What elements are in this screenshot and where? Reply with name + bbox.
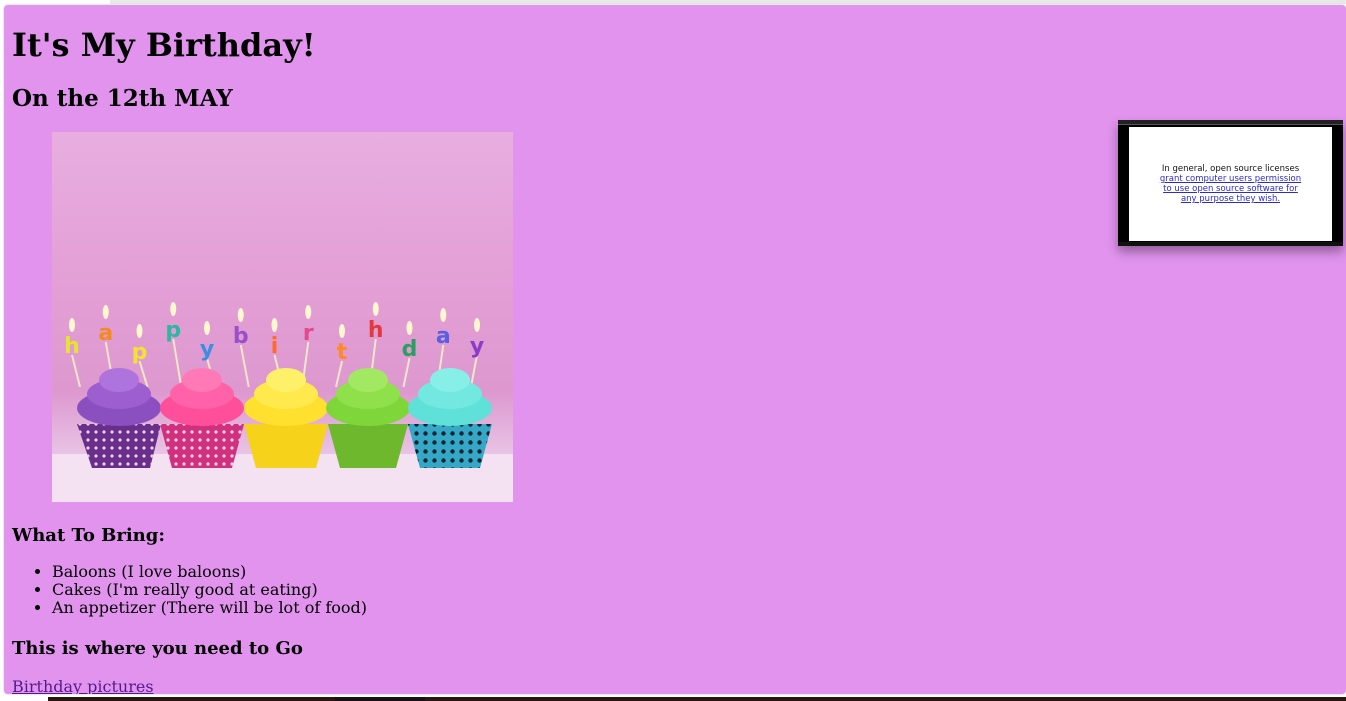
bring-list: Baloons (I love baloons) Cakes (I'm real… [12, 563, 367, 617]
candle-flame [271, 318, 278, 332]
video-thumbnail[interactable]: In general, open source licenses grant c… [1118, 120, 1343, 246]
candle-flame [136, 324, 143, 338]
candle-letter: b [233, 324, 249, 349]
candle-flame [170, 302, 177, 316]
candle-letter: a [436, 324, 451, 349]
candle-letter: h [368, 318, 384, 343]
candle-stick [402, 357, 411, 388]
candle-flame [339, 324, 345, 338]
birthday-cupcakes-image: happybirthday [52, 132, 513, 502]
cupcake-green [326, 368, 410, 468]
list-item: An appetizer (There will be lot of food) [52, 599, 367, 617]
candle-stick [71, 354, 81, 388]
browser-top-strip [110, 0, 1346, 4]
candle-letter: r [303, 321, 314, 346]
candle-letter: y [200, 337, 214, 362]
page-body: It's My Birthday! On the 12th MAY happyb… [4, 5, 1346, 694]
video-slide: In general, open source licenses grant c… [1129, 127, 1332, 241]
page-subtitle: On the 12th MAY [12, 85, 233, 112]
candle-stick [239, 344, 250, 388]
taskbar-strip [0, 697, 1346, 701]
candle-letter: i [271, 334, 279, 359]
candle-letter: y [470, 334, 484, 359]
page-title: It's My Birthday! [12, 26, 316, 64]
candle-flame [406, 321, 413, 335]
candle-letter: p [132, 340, 148, 365]
candle-flame [372, 302, 379, 316]
candle-stick [470, 354, 478, 388]
candle-flame [305, 305, 312, 319]
cupcake-teal [408, 368, 492, 468]
candle-flame [474, 318, 480, 332]
cupcake-pink [160, 368, 244, 468]
video-slide-text: In general, open source licenses [1161, 164, 1300, 174]
what-to-bring-heading: What To Bring: [12, 525, 165, 546]
video-progress-bar [1118, 242, 1343, 246]
candle-letter: h [64, 334, 80, 359]
candle-letter: a [98, 321, 113, 346]
where-to-go-heading: This is where you need to Go [12, 638, 303, 659]
candle-flame [102, 305, 109, 319]
candle-letter: d [402, 337, 418, 362]
video-slide-link: grant computer users permission to use o… [1159, 174, 1302, 204]
candle-flame [204, 321, 210, 335]
candle-stick [172, 338, 183, 388]
video-title-bar [1118, 120, 1343, 125]
cupcake-yellow [244, 368, 328, 468]
cupcake-purple [77, 368, 161, 468]
candle-flame [440, 308, 447, 322]
candle-letter: t [337, 340, 348, 365]
cupcakes-illustration: happyb irthda y [52, 302, 513, 502]
candle-flame [69, 318, 75, 332]
list-item: Cakes (I'm really good at eating) [52, 581, 367, 599]
birthday-pictures-link[interactable]: Birthday pictures [12, 678, 154, 695]
candle-flame [237, 308, 244, 322]
list-item: Baloons (I love baloons) [52, 563, 367, 581]
candle-letter: p [165, 318, 181, 343]
